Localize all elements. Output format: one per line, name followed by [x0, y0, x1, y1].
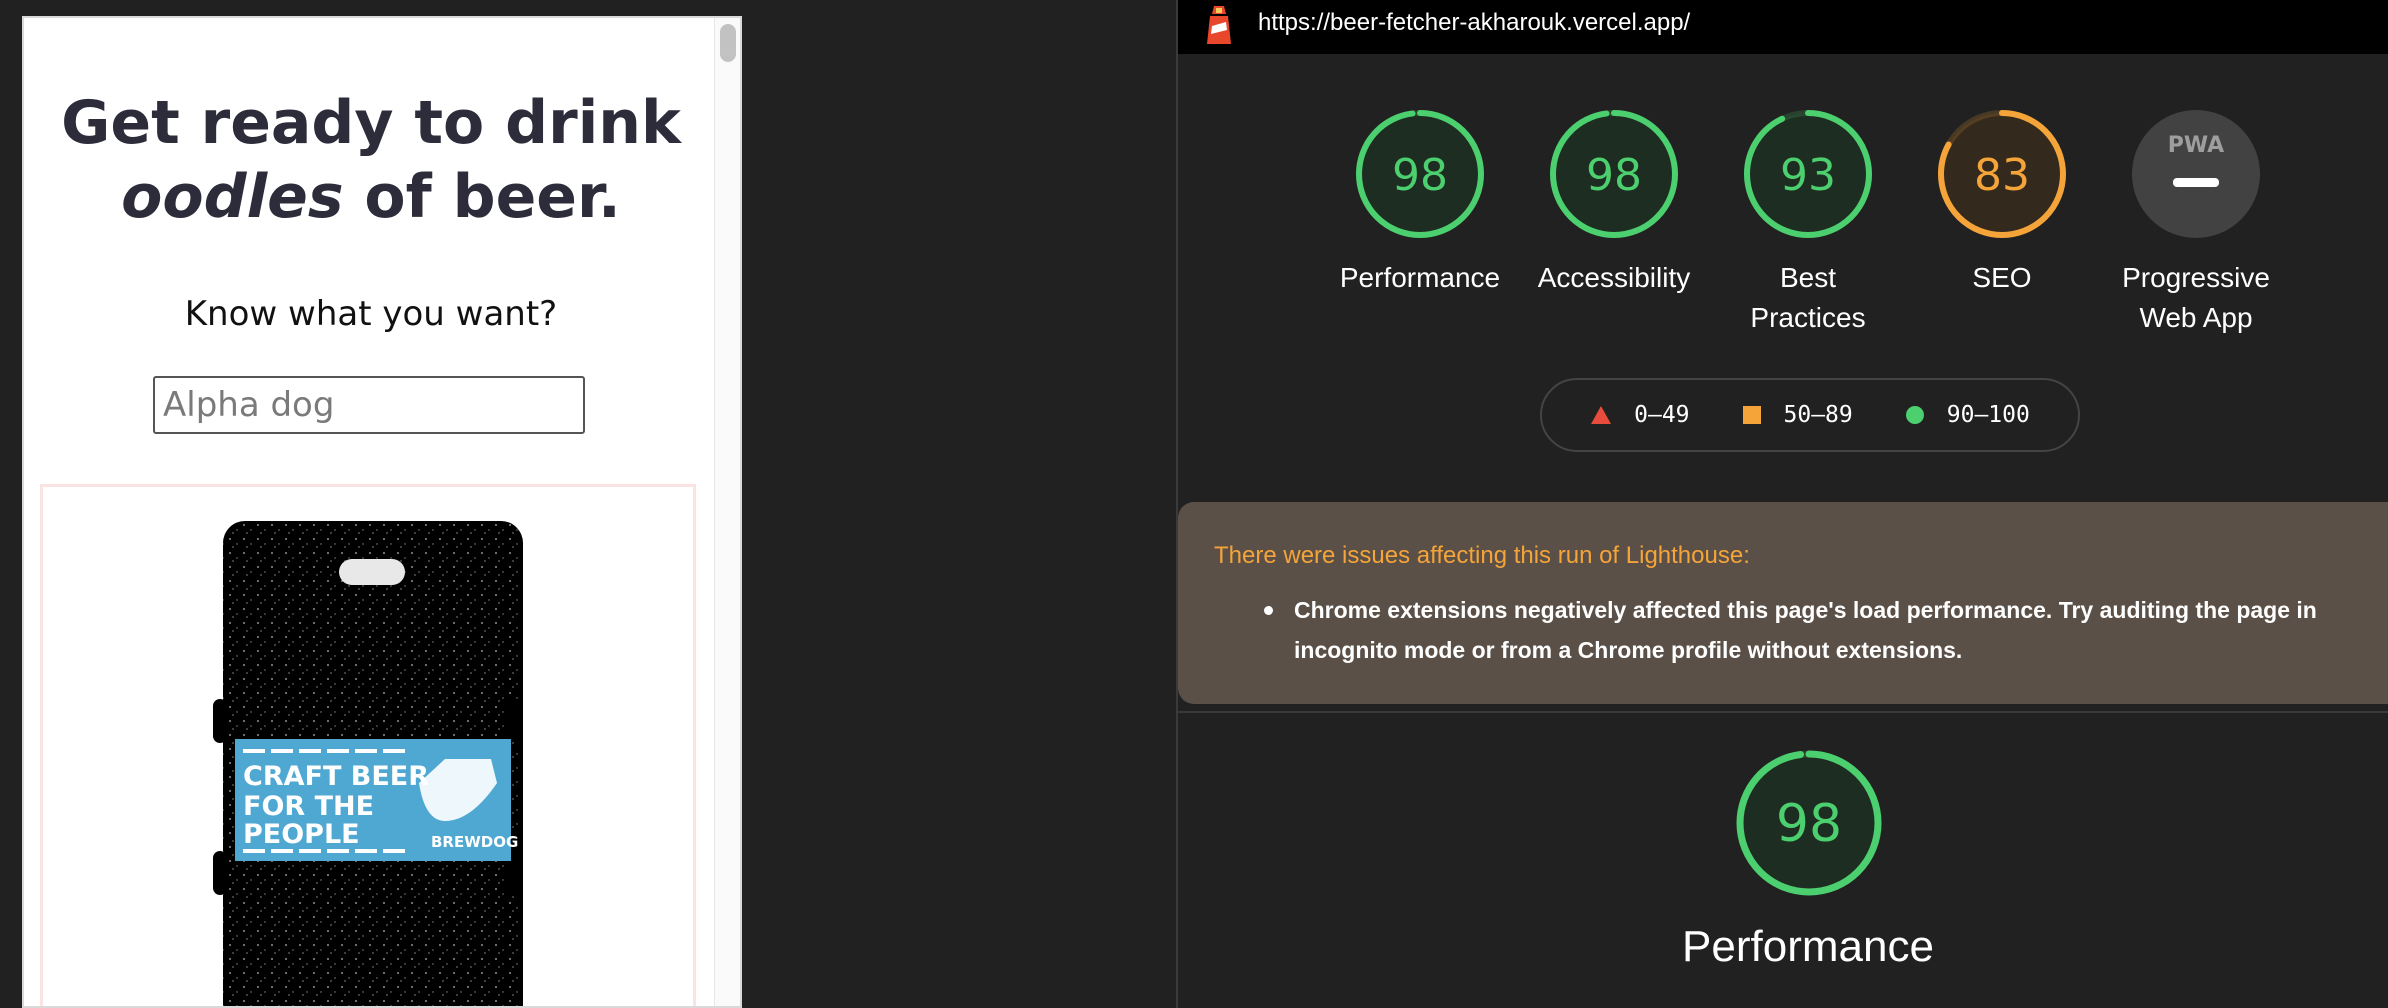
gauge-accessibility[interactable]: 98 Accessibility [1524, 108, 1704, 298]
square-icon [1742, 406, 1761, 424]
gauge-seo[interactable]: 83 SEO [1912, 108, 2092, 298]
pwa-dash-icon [2173, 178, 2219, 187]
hero-title-line1: Get ready to drink [61, 88, 681, 158]
hero-title-rest: of beer. [343, 162, 621, 232]
report-topbar: https://beer-fetcher-akharouk.vercel.app… [1178, 0, 2388, 54]
audited-url[interactable]: https://beer-fetcher-akharouk.vercel.app… [1258, 9, 1690, 37]
performance-detail-score: 98 [1776, 794, 1842, 854]
gauge-ring: 98 [1550, 110, 1678, 238]
gauge-score: 98 [1392, 150, 1448, 201]
gauge-ring: 93 [1744, 110, 1872, 238]
legend-item-fail: 0–49 [1590, 402, 1690, 428]
can-text-line3: PEOPLE [243, 819, 360, 850]
pwa-badge-icon: PWA [2132, 110, 2260, 238]
lighthouse-report: https://beer-fetcher-akharouk.vercel.app… [1176, 0, 2388, 1008]
gauge-ring: 83 [1938, 110, 2066, 238]
gauge-score: 83 [1974, 150, 2030, 201]
performance-detail-gauge: 98 [1734, 748, 1884, 903]
pwa-badge-text: PWA [2168, 133, 2224, 158]
hero-title: Get ready to drink oodles of beer. [24, 86, 718, 234]
warning-bullet [1264, 606, 1273, 615]
performance-detail-ring: 98 [1736, 750, 1882, 896]
warning-item: Chrome extensions negatively affected th… [1294, 597, 2317, 663]
legend-range-average: 50–89 [1783, 402, 1853, 428]
legend-item-pass: 90–100 [1905, 402, 2030, 428]
circle-icon [1905, 406, 1924, 424]
hero-title-emphasis: oodles [121, 162, 344, 232]
triangle-icon [1591, 406, 1612, 424]
gauge-score: 98 [1586, 150, 1642, 201]
can-text-line1: CRAFT BEER [243, 761, 429, 792]
beer-card[interactable]: CRAFT BEER FOR THE PEOPLE BREWDOG [40, 484, 696, 1006]
gauge-label: SEO [1972, 262, 2032, 293]
gauge-score: 93 [1780, 150, 1836, 201]
legend-range-fail: 0–49 [1634, 402, 1690, 428]
can-brand-text: BREWDOG [431, 833, 518, 851]
can-text-line2: FOR THE [243, 791, 374, 822]
beer-search-input[interactable] [153, 376, 585, 434]
section-divider [1178, 711, 2388, 713]
run-warnings-box: There were issues affecting this run of … [1178, 502, 2388, 704]
pwa-badge-circle [2132, 110, 2260, 238]
gauge-ring: 98 [1356, 110, 1484, 238]
app-preview: Get ready to drink oodles of beer. Know … [22, 16, 742, 1008]
legend-item-average: 50–89 [1742, 402, 1853, 428]
search-prompt-label: Know what you want? [184, 294, 558, 334]
score-legend: 0–49 50–89 90–100 [1540, 378, 2080, 452]
gauge-label: Best Practices [1750, 262, 1866, 333]
gauge-best-practices[interactable]: 93 Best Practices [1718, 108, 1898, 338]
beer-can-image: CRAFT BEER FOR THE PEOPLE BREWDOG [213, 521, 523, 1006]
gauge-label: Performance [1339, 262, 1501, 293]
lighthouse-icon [1207, 6, 1231, 44]
warning-title: There were issues affecting this run of … [1214, 542, 1750, 569]
pwa-label: Progressive Web App [2122, 262, 2270, 333]
performance-detail-title: Performance [1682, 922, 1934, 971]
pwa-gauge[interactable]: PWA Progressive Web App [2106, 108, 2286, 338]
gauge-label: Accessibility [1537, 262, 1691, 293]
legend-range-pass: 90–100 [1946, 402, 2030, 428]
preview-scrollbar-thumb[interactable] [720, 24, 736, 62]
gauge-performance[interactable]: 98 Performance [1330, 108, 1510, 298]
